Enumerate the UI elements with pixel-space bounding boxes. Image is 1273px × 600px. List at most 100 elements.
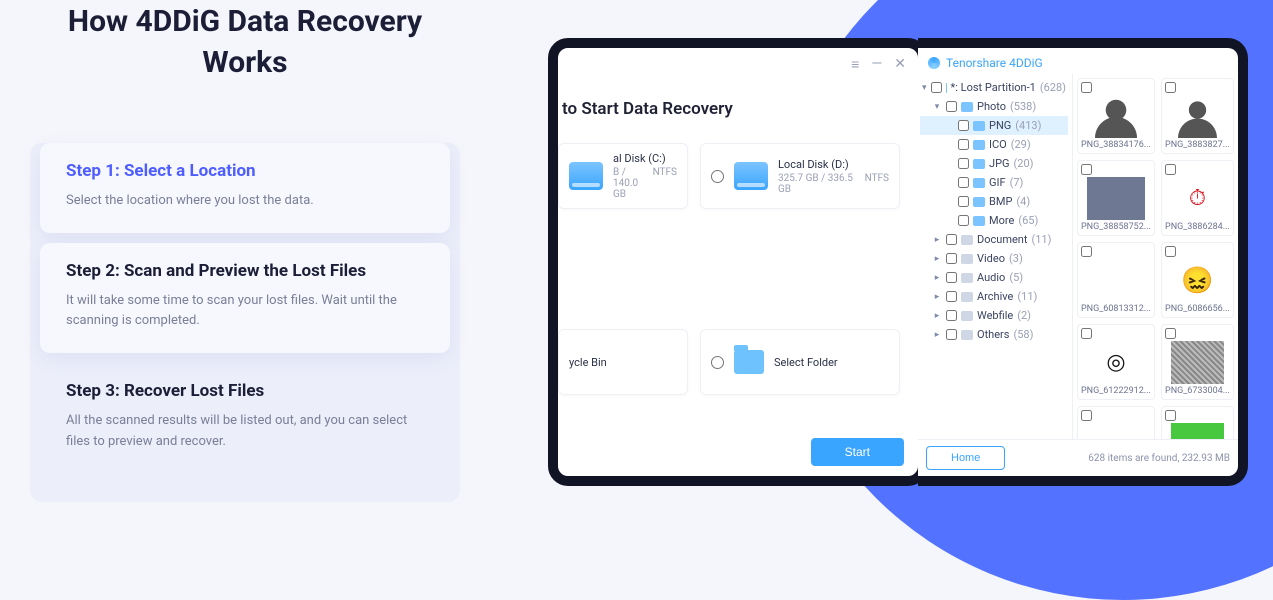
thumbnail-check[interactable]	[1081, 328, 1092, 339]
thumbnail-check[interactable]	[1081, 410, 1092, 421]
thumbnail[interactable]: PNG_38834176...	[1077, 78, 1155, 154]
results-tree[interactable]: ▾ *: Lost Partition-1 (628) ▾ Photo (538…	[918, 74, 1073, 439]
tree-item-count: (4)	[1016, 195, 1030, 208]
thumbnail[interactable]: ◎PNG_61222912...	[1077, 324, 1155, 400]
tree-item-count: (11)	[1017, 290, 1037, 303]
disk-d-used: 325.7 GB / 336.5 GB	[778, 173, 865, 195]
folder-icon	[961, 273, 973, 283]
chevron-right-icon[interactable]: ▸	[932, 292, 942, 302]
thumbnail-check[interactable]	[1165, 410, 1176, 421]
step-1-desc: Select the location where you lost the d…	[66, 191, 424, 211]
folder-icon	[961, 254, 973, 264]
tree-item-check[interactable]	[946, 253, 957, 264]
tree-item-check[interactable]	[946, 310, 957, 321]
thumbnail-image	[1087, 95, 1145, 138]
tree-item-check[interactable]	[946, 272, 957, 283]
tree-item-others[interactable]: ▸Others (58)	[920, 325, 1068, 344]
recycle-tile[interactable]: ycle Bin	[558, 329, 688, 395]
disk-d-tile[interactable]: Local Disk (D:) 325.7 GB / 336.5 GB NTFS	[700, 143, 900, 209]
select-folder-radio[interactable]	[711, 356, 724, 369]
disk-d-name: Local Disk (D:)	[778, 158, 889, 171]
tree-item-png[interactable]: PNG (413)	[920, 116, 1068, 135]
tree-item-check[interactable]	[958, 215, 969, 226]
drive-icon	[946, 83, 947, 93]
tree-root-check[interactable]	[931, 82, 942, 93]
tree-item-check[interactable]	[958, 177, 969, 188]
close-icon[interactable]: ✕	[894, 56, 906, 73]
thumbnail-caption: PNG_61222912...	[1081, 386, 1151, 396]
tree-item-count: (7)	[1010, 176, 1024, 189]
chevron-down-icon[interactable]: ▾	[932, 102, 942, 112]
step-3[interactable]: Step 3: Recover Lost Files All the scann…	[40, 363, 450, 473]
tree-item-more[interactable]: More (65)	[920, 211, 1068, 230]
tree-item-ico[interactable]: ICO (29)	[920, 135, 1068, 154]
thumbnail-check[interactable]	[1165, 246, 1176, 257]
chevron-right-icon[interactable]: ▸	[932, 235, 942, 245]
tree-photo-check[interactable]	[946, 101, 957, 112]
tree-photo[interactable]: ▾ Photo (538)	[920, 97, 1068, 116]
disk-d-radio[interactable]	[711, 170, 724, 183]
tree-item-document[interactable]: ▸Document (11)	[920, 230, 1068, 249]
folder-icon	[961, 330, 973, 340]
thumbnail[interactable]: PNG_38858752...	[1077, 160, 1155, 236]
tree-photo-label: Photo	[977, 100, 1006, 113]
tree-item-check[interactable]	[946, 234, 957, 245]
thumbnail[interactable]: PNG_6733004...	[1161, 324, 1234, 400]
thumbnail[interactable]: ⏱PNG_3886284...	[1161, 160, 1234, 236]
tree-item-check[interactable]	[946, 329, 957, 340]
tree-item-gif[interactable]: GIF (7)	[920, 173, 1068, 192]
tree-item-check[interactable]	[958, 120, 969, 131]
thumbnail[interactable]: 😖PNG_6086656...	[1161, 242, 1234, 318]
disk-icon	[569, 162, 603, 190]
disk-c-tile[interactable]: al Disk (C:) B / 140.0 GB NTFS	[558, 143, 688, 209]
folder-icon	[961, 102, 973, 112]
thumbnail-check[interactable]	[1081, 246, 1092, 257]
tree-item-archive[interactable]: ▸Archive (11)	[920, 287, 1068, 306]
thumbnail[interactable]: PNG_60813312...	[1077, 242, 1155, 318]
chevron-right-icon[interactable]: ▸	[932, 330, 942, 340]
chevron-right-icon[interactable]: ▸	[932, 273, 942, 283]
thumbnail[interactable]	[1077, 406, 1155, 439]
thumbnail-check[interactable]	[1165, 82, 1176, 93]
thumbnail[interactable]	[1161, 406, 1234, 439]
thumbnail-image	[1087, 259, 1145, 302]
tree-item-count: (11)	[1031, 233, 1051, 246]
thumbnail-grid[interactable]: PNG_38834176...PNG_3883827...PNG_3885875…	[1073, 74, 1238, 439]
chevron-right-icon[interactable]: ▸	[932, 254, 942, 264]
disk-c-used: B / 140.0 GB	[613, 167, 653, 200]
minimize-icon[interactable]: —	[871, 56, 882, 73]
tree-item-count: (413)	[1015, 119, 1041, 132]
tree-item-label: Others	[977, 328, 1009, 341]
tree-item-label: JPG	[989, 157, 1010, 170]
disk-c-name: al Disk (C:)	[613, 152, 677, 165]
tree-item-check[interactable]	[946, 291, 957, 302]
folder-icon	[973, 178, 985, 188]
tree-item-jpg[interactable]: JPG (20)	[920, 154, 1068, 173]
home-button[interactable]: Home	[926, 446, 1005, 470]
step-2[interactable]: Step 2: Scan and Preview the Lost Files …	[40, 243, 450, 353]
tree-root[interactable]: ▾ *: Lost Partition-1 (628)	[920, 78, 1068, 97]
thumbnail-check[interactable]	[1165, 164, 1176, 175]
tree-item-video[interactable]: ▸Video (3)	[920, 249, 1068, 268]
thumbnail-check[interactable]	[1081, 82, 1092, 93]
tree-item-check[interactable]	[958, 158, 969, 169]
thumbnail-image	[1171, 95, 1224, 138]
step-1[interactable]: Step 1: Select a Location Select the loc…	[40, 143, 450, 233]
thumbnail-check[interactable]	[1165, 328, 1176, 339]
disk-c-fs: NTFS	[653, 167, 677, 200]
select-folder-tile[interactable]: Select Folder	[700, 329, 900, 395]
start-button[interactable]: Start	[811, 438, 904, 466]
thumbnail-image	[1171, 423, 1224, 439]
chevron-down-icon[interactable]: ▾	[922, 83, 927, 93]
tree-item-webfile[interactable]: ▸Webfile (2)	[920, 306, 1068, 325]
chevron-right-icon[interactable]: ▸	[932, 311, 942, 321]
tree-item-check[interactable]	[958, 139, 969, 150]
menu-icon[interactable]: ≡	[851, 56, 859, 73]
tree-item-check[interactable]	[958, 196, 969, 207]
step-3-desc: All the scanned results will be listed o…	[66, 411, 424, 451]
tree-item-bmp[interactable]: BMP (4)	[920, 192, 1068, 211]
tree-item-audio[interactable]: ▸Audio (5)	[920, 268, 1068, 287]
thumbnail-caption: PNG_60813312...	[1081, 304, 1151, 314]
thumbnail-check[interactable]	[1081, 164, 1092, 175]
thumbnail[interactable]: PNG_3883827...	[1161, 78, 1234, 154]
